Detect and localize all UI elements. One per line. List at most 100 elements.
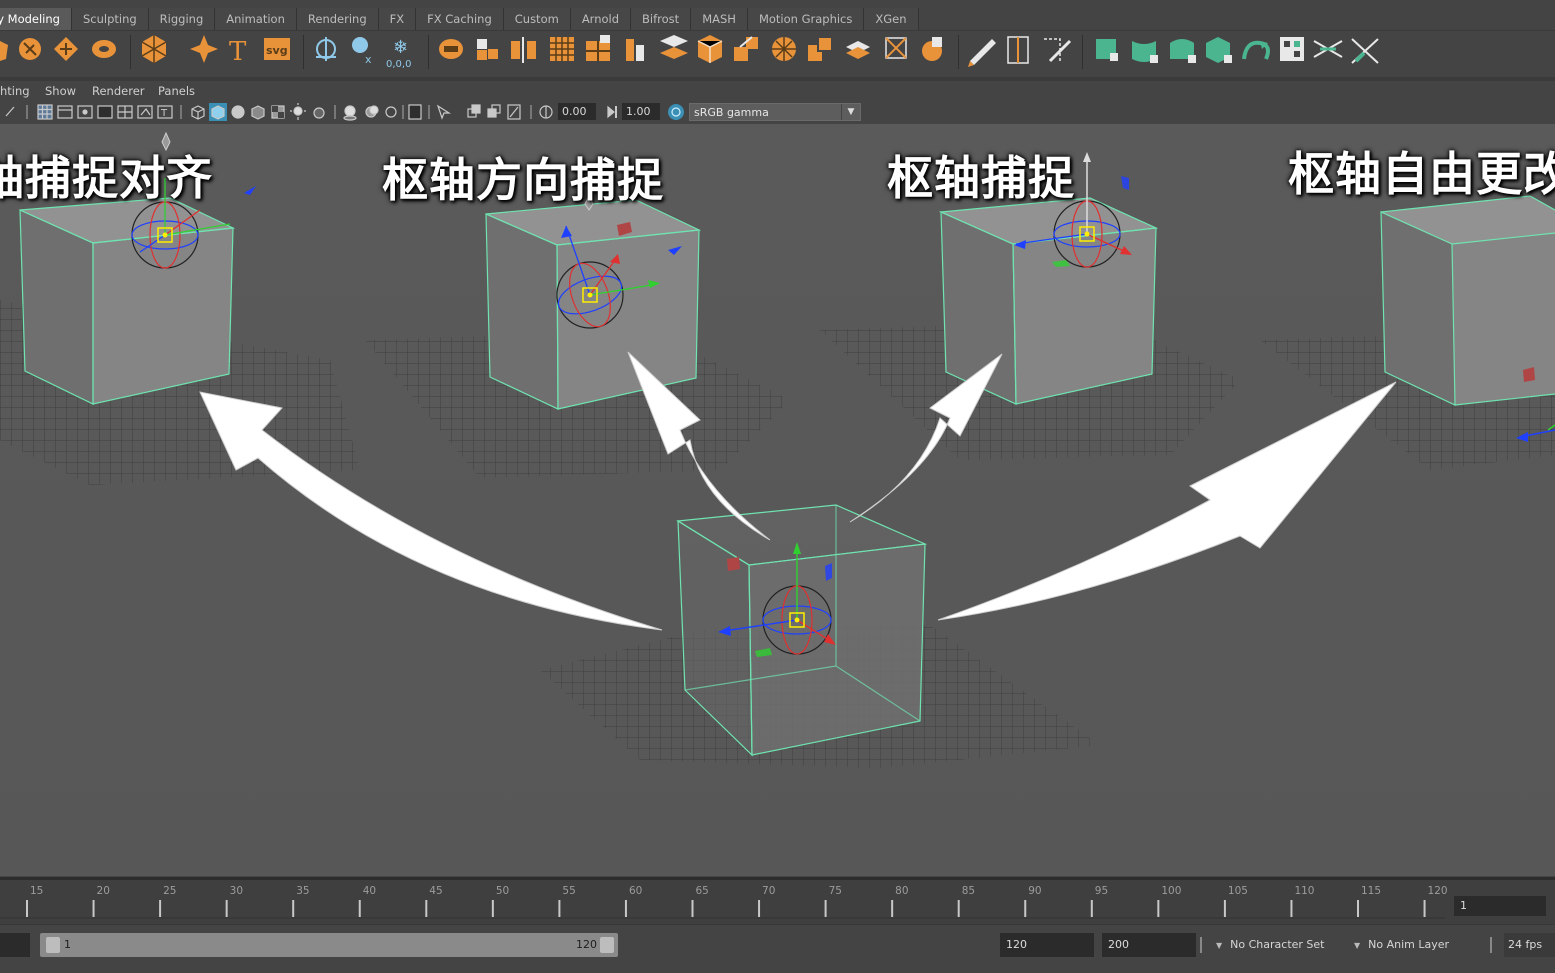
chevron-down-icon: ▼ [1216, 941, 1223, 950]
shelf-tab-arnold[interactable]: Arnold [570, 8, 632, 30]
shelf-tab-sculpting[interactable]: Sculpting [71, 8, 149, 30]
range-end-handle[interactable] [600, 937, 614, 953]
bridge-icon [734, 36, 758, 61]
combine-icon [439, 39, 463, 59]
gamma-field[interactable]: 1.00 [622, 103, 660, 120]
timeline-tick-label: 90 [1028, 885, 1041, 897]
field-chart-icon [117, 105, 133, 119]
panel-menu-bar: hting Show Renderer Panels [0, 82, 1555, 101]
bevel-icon [772, 37, 796, 61]
timeline-tick-label: 65 [696, 885, 709, 897]
shelf-tab-xgen[interactable]: XGen [864, 8, 919, 30]
motion-blur-icon [365, 105, 379, 118]
current-frame-field[interactable]: 1 [1454, 896, 1546, 916]
shelf-tab-poly-modeling[interactable]: ly Modeling [0, 8, 72, 30]
uv-unfold-icon [1242, 40, 1270, 60]
fps-divider [1490, 937, 1492, 953]
menu-lighting[interactable]: hting [0, 84, 30, 98]
timeline-tick-label: 15 [30, 885, 43, 897]
timeline-tick-label: 80 [895, 885, 908, 897]
menu-show[interactable]: Show [45, 84, 76, 98]
smooth-icon [550, 37, 574, 61]
timeline-tick-label: 45 [429, 885, 442, 897]
exposure-field[interactable]: 0.00 [558, 103, 596, 120]
retopo-icon [660, 35, 688, 59]
xray-icon [436, 104, 452, 120]
uv-tool-icons[interactable] [1096, 37, 1379, 64]
super-shape-icon [190, 35, 218, 63]
label-pivot-snap-align: 轴捕捉对齐 [0, 151, 213, 205]
shelf-tab-custom[interactable]: Custom [503, 8, 571, 30]
insert-loop-icon [1044, 38, 1072, 63]
shelf-tab-rendering[interactable]: Rendering [296, 8, 379, 30]
fps-dropdown[interactable]: 24 fps [1504, 933, 1555, 957]
timeline-ruler[interactable]: 15 20 25 30 35 40 45 50 55 60 65 70 75 80 85 90 95 100 105… [0, 880, 1450, 924]
timeline-tick-label: 70 [762, 885, 775, 897]
anim-layer-value: No Anim Layer [1368, 938, 1450, 951]
timeline-tick-label: 30 [230, 885, 243, 897]
color-space-value: sRGB gamma [694, 106, 769, 119]
range-start-handle[interactable] [46, 937, 60, 953]
shelf-tab-animation[interactable]: Animation [215, 8, 297, 30]
remesh-icon [626, 39, 644, 61]
range-start-text: 1 [64, 938, 71, 951]
type-icon: T [229, 37, 247, 67]
uv-edit-icons[interactable] [968, 35, 1083, 69]
svg-text:❄: ❄ [393, 37, 408, 58]
timeline-tick-label: 40 [363, 885, 376, 897]
shelf-tab-fx-caching[interactable]: FX Caching [416, 8, 504, 30]
uv-checker-icon [1280, 37, 1304, 61]
uv-cut-icon [1313, 40, 1343, 58]
reduce-icon [586, 35, 610, 61]
character-set-dropdown[interactable]: ▼ No Character Set [1216, 933, 1324, 957]
label-pivot-orientation-snap: 枢轴方向捕捉 [382, 153, 664, 207]
shelf-tab-bar: ly Modeling Sculpting Rigging Animation … [0, 0, 1555, 30]
panel-toolbar: T 0.00 1.00 sRGB gamma ▼ [0, 101, 1555, 123]
shelf-tab-bifrost[interactable]: Bifrost [631, 8, 692, 30]
ambient-occlusion-icon [343, 105, 357, 121]
plane-icon [54, 37, 78, 61]
tool-icons[interactable]: x ❄0,0,0 [316, 35, 429, 70]
shelf-tab-mash[interactable]: MASH [691, 8, 748, 30]
timeline-tick-label: 95 [1095, 885, 1108, 897]
svg-text:T: T [160, 108, 168, 119]
chevron-down-icon[interactable]: ▼ [841, 104, 860, 120]
range-divider [1200, 937, 1202, 953]
label-pivot-free-change: 枢轴自由更改 [1288, 147, 1555, 201]
start-time-field[interactable] [0, 933, 30, 957]
playback-end-field[interactable]: 120 [1000, 933, 1094, 957]
poly-shape-icons[interactable]: T svg [0, 35, 304, 69]
shelf-tab-fx[interactable]: FX [378, 8, 417, 30]
timeline-tick-label: 75 [829, 885, 842, 897]
shelf-tab-motion-graphics[interactable]: Motion Graphics [747, 8, 865, 30]
uv-sew-icon [1351, 38, 1379, 64]
timeline-tick-label: 115 [1361, 885, 1381, 897]
multicut-icon [922, 37, 942, 61]
safe-title-icon: T [157, 105, 173, 119]
timeline-tick-label: 120 [1428, 885, 1448, 897]
pivot-tool-icon [316, 37, 336, 61]
svg-text:0,0,0: 0,0,0 [386, 59, 411, 70]
anti-alias-icon [385, 106, 397, 118]
safe-action-icon [137, 105, 153, 119]
anim-layer-dropdown[interactable]: ▼ No Anim Layer [1354, 933, 1449, 957]
color-management-icon [668, 104, 684, 120]
shelf-tab-rigging[interactable]: Rigging [148, 8, 216, 30]
viewport-3d[interactable]: 轴捕捉对齐 枢轴方向捕捉 枢轴捕捉 枢轴自由更改 [0, 124, 1555, 876]
cube-2[interactable] [485, 194, 702, 410]
menu-panels[interactable]: Panels [158, 84, 195, 98]
target-weld-icon [885, 37, 907, 59]
menu-renderer[interactable]: Renderer [92, 84, 145, 98]
separate-icon [477, 39, 498, 60]
time-slider[interactable]: 15 20 25 30 35 40 45 50 55 60 65 70 75 80 85 90 95 100 105… [0, 877, 1555, 924]
grid-icon [37, 104, 53, 120]
pencil-icon [968, 39, 996, 67]
mesh-edit-icons[interactable] [439, 35, 959, 69]
range-slider[interactable]: 1 120 [40, 933, 618, 957]
uv-cylindrical-icon [1132, 41, 1158, 63]
timeline-tick-label: 85 [962, 885, 975, 897]
anim-end-field[interactable]: 200 [1102, 933, 1196, 957]
svg-icon: svg [264, 38, 290, 60]
center-cube[interactable] [676, 504, 928, 757]
color-space-select[interactable]: sRGB gamma ▼ [689, 103, 861, 121]
